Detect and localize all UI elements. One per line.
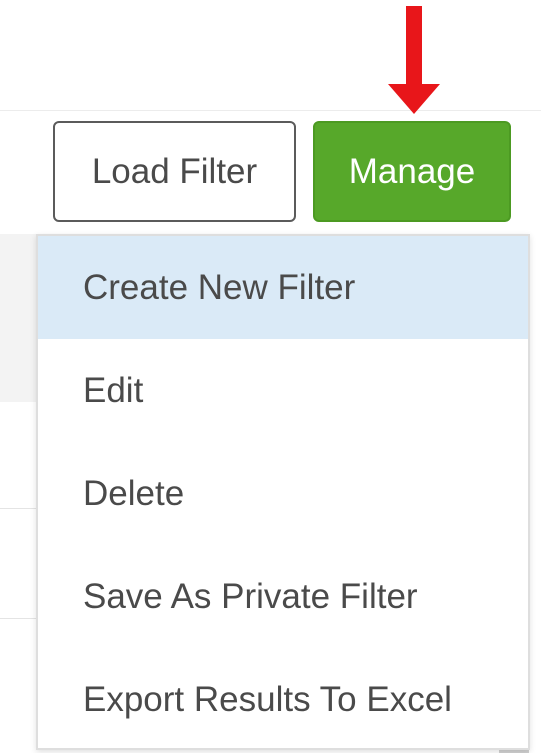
background-row-divider bbox=[0, 508, 36, 509]
load-filter-button[interactable]: Load Filter bbox=[53, 121, 296, 222]
toolbar-divider bbox=[0, 110, 541, 111]
menu-item-save-as-private-filter[interactable]: Save As Private Filter bbox=[38, 545, 528, 648]
menu-item-export-results-to-excel[interactable]: Export Results To Excel bbox=[38, 648, 528, 751]
menu-item-create-new-filter[interactable]: Create New Filter bbox=[38, 236, 528, 339]
arrow-down-icon bbox=[388, 6, 440, 114]
menu-item-edit[interactable]: Edit bbox=[38, 339, 528, 442]
manage-button[interactable]: Manage bbox=[313, 121, 511, 222]
background-panel bbox=[0, 234, 36, 402]
manage-dropdown-menu: Create New Filter Edit Delete Save As Pr… bbox=[36, 234, 530, 750]
background-row-divider bbox=[0, 618, 36, 619]
menu-item-delete[interactable]: Delete bbox=[38, 442, 528, 545]
